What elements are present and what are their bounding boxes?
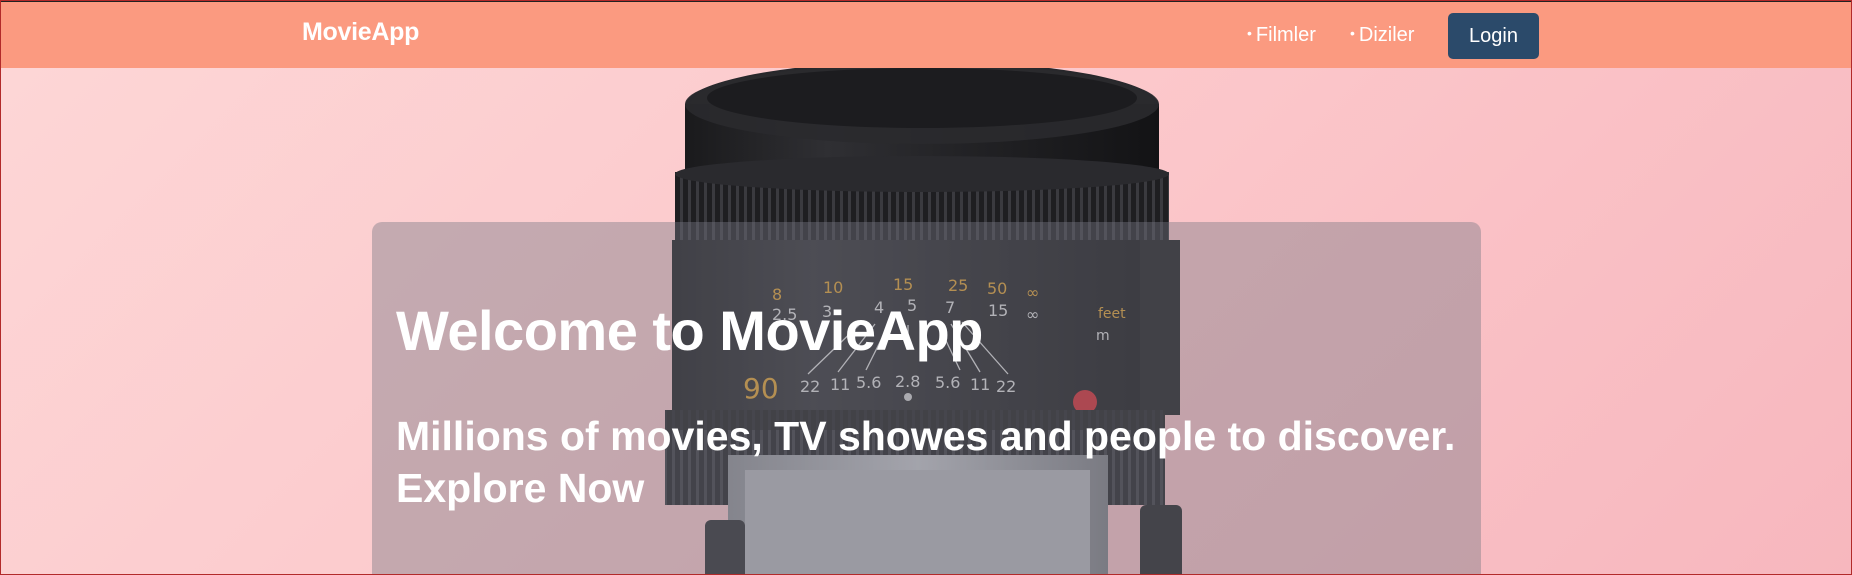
hero-title: Welcome to MovieApp [396,299,983,362]
login-button[interactable]: Login [1448,13,1539,59]
nav-link-label: Diziler [1358,24,1415,46]
nav-link-filmler[interactable]: • Filmler [1247,24,1316,47]
nav-link-label: Filmler [1255,24,1316,46]
hero-subtitle-line1: Millions of movies, TV showes and people… [396,413,1456,459]
hero-subtitle: Millions of movies, TV showes and people… [396,410,1456,514]
nav-bullet: • [1247,25,1252,41]
brand-logo[interactable]: MovieApp [302,18,419,47]
hero-subtitle-line2: Explore Now [396,465,645,511]
nav-bullet: • [1350,25,1355,41]
nav-link-diziler[interactable]: • Diziler [1350,24,1414,47]
top-navbar: MovieApp • Filmler • Diziler Login [0,0,1852,68]
hero-overlay-card [372,222,1481,575]
